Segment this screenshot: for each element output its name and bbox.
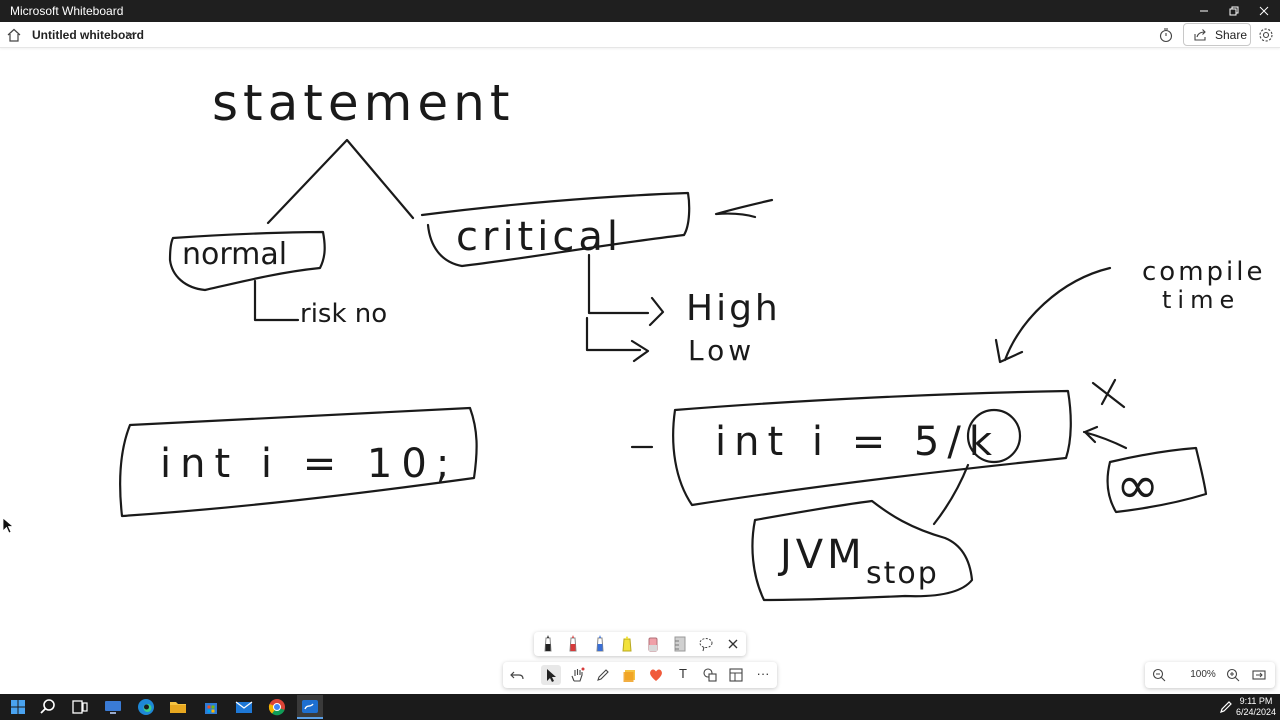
whiteboard-canvas[interactable]: statement normal risk no critical High L… <box>0 49 1280 694</box>
black-pen-icon[interactable] <box>539 635 557 653</box>
cross-mark[interactable] <box>1091 378 1126 409</box>
templates-tool[interactable] <box>726 665 746 685</box>
share-button[interactable]: Share <box>1183 23 1251 46</box>
whiteboard-app-icon <box>302 700 318 713</box>
text-icon: T <box>679 666 687 681</box>
tree-branch-lines[interactable] <box>266 138 415 225</box>
ink-int-i-div-k[interactable]: int i = 5/k <box>715 419 1000 465</box>
app-bar: Untitled whiteboard Share <box>0 22 1280 48</box>
share-label: Share <box>1215 28 1248 42</box>
highlighter-icon[interactable] <box>618 635 636 653</box>
red-pen-icon[interactable] <box>564 635 582 653</box>
ink-layer: statement normal risk no critical High L… <box>118 74 1265 602</box>
lasso-icon[interactable] <box>697 635 715 653</box>
text-tool[interactable]: T <box>673 665 693 685</box>
more-icon: ··· <box>756 666 770 681</box>
pen-tool[interactable] <box>593 665 613 685</box>
zoom-out-icon[interactable] <box>1151 667 1167 683</box>
minimize-button[interactable] <box>1188 0 1220 22</box>
close-button[interactable] <box>1248 0 1280 22</box>
share-icon <box>1194 29 1206 41</box>
ink-infinity[interactable]: ∞ <box>1116 456 1159 516</box>
ink-low[interactable]: Low <box>688 334 755 367</box>
ink-compile[interactable]: compile <box>1142 257 1265 287</box>
gear-icon[interactable] <box>1258 27 1274 43</box>
timer-icon[interactable] <box>1158 27 1174 43</box>
high-arrow[interactable] <box>587 253 665 327</box>
normal-connector[interactable] <box>253 279 300 322</box>
close-icon <box>1259 6 1269 16</box>
select-icon <box>547 669 556 682</box>
remote-desktop-icon[interactable] <box>103 697 123 717</box>
edge-browser-icon[interactable] <box>136 697 156 717</box>
hand-icon <box>571 667 585 682</box>
chrome-icon[interactable] <box>267 697 287 717</box>
mail-icon[interactable] <box>234 697 254 717</box>
blue-pen-icon[interactable] <box>591 635 609 653</box>
sticky-note-icon <box>623 670 635 682</box>
search-icon[interactable] <box>38 697 58 717</box>
minimize-icon <box>1200 10 1208 12</box>
k-to-jvm-line[interactable] <box>932 463 970 526</box>
critical-arrow[interactable] <box>714 198 774 219</box>
restore-icon <box>1229 6 1239 16</box>
hand-tool[interactable] <box>567 665 587 685</box>
ink-high[interactable]: High <box>686 288 781 329</box>
shapes-icon <box>703 668 717 682</box>
start-icon[interactable] <box>8 697 28 717</box>
select-tool[interactable] <box>541 665 561 685</box>
ink-time[interactable]: time <box>1162 286 1240 314</box>
pen-tray <box>534 632 746 656</box>
ink-critical[interactable]: critical <box>456 214 622 260</box>
zoom-level[interactable]: 100% <box>1185 669 1221 680</box>
undo-button[interactable] <box>507 665 527 685</box>
ink-normal[interactable]: normal <box>182 237 287 272</box>
taskbar-clock[interactable]: 9:11 PM 6/24/2024 <box>1236 696 1276 718</box>
low-arrow[interactable] <box>585 316 650 363</box>
clock-time: 9:11 PM <box>1239 696 1273 706</box>
ink-risk-no[interactable]: risk no <box>300 299 387 329</box>
shapes-tool[interactable] <box>700 665 720 685</box>
ink-stop[interactable]: stop <box>866 556 939 591</box>
window-title-bar: Microsoft Whiteboard <box>0 0 1280 22</box>
infinity-arrow[interactable] <box>1082 425 1128 450</box>
ruler-icon[interactable] <box>671 635 689 653</box>
window-title: Microsoft Whiteboard <box>10 4 124 18</box>
fit-to-screen-icon[interactable] <box>1251 667 1267 683</box>
close-icon[interactable] <box>724 635 742 653</box>
store-icon[interactable] <box>201 697 221 717</box>
clock-date: 6/24/2024 <box>1236 707 1277 717</box>
task-view-icon[interactable] <box>70 697 90 717</box>
file-explorer-icon[interactable] <box>168 697 188 717</box>
eraser-icon[interactable] <box>644 635 662 653</box>
main-toolbar: T ··· <box>503 662 777 688</box>
reactions-icon <box>650 669 662 681</box>
more-button[interactable]: ··· <box>753 665 773 685</box>
reactions-tool[interactable] <box>646 665 666 685</box>
compile-time-arrow[interactable] <box>994 266 1112 364</box>
whiteboard-taskbar-button[interactable] <box>297 695 323 719</box>
ink-statement[interactable]: statement <box>212 74 514 132</box>
zoom-controls: 100% <box>1145 662 1275 688</box>
zoom-in-icon[interactable] <box>1225 667 1241 683</box>
ink-jvm[interactable]: JVM <box>777 532 866 578</box>
chevron-down-icon[interactable] <box>124 28 136 40</box>
restore-button[interactable] <box>1218 0 1250 22</box>
pen-menu-icon[interactable] <box>1216 697 1236 717</box>
pen-icon <box>597 669 609 681</box>
undo-icon <box>510 671 524 680</box>
windows-taskbar: 9:11 PM 6/24/2024 <box>0 694 1280 720</box>
ink-int-i-10[interactable]: int i = 10; <box>160 441 458 487</box>
home-icon[interactable] <box>5 26 23 44</box>
mouse-cursor-icon <box>3 518 15 534</box>
templates-icon <box>729 668 743 682</box>
sticky-note-tool[interactable] <box>620 665 640 685</box>
